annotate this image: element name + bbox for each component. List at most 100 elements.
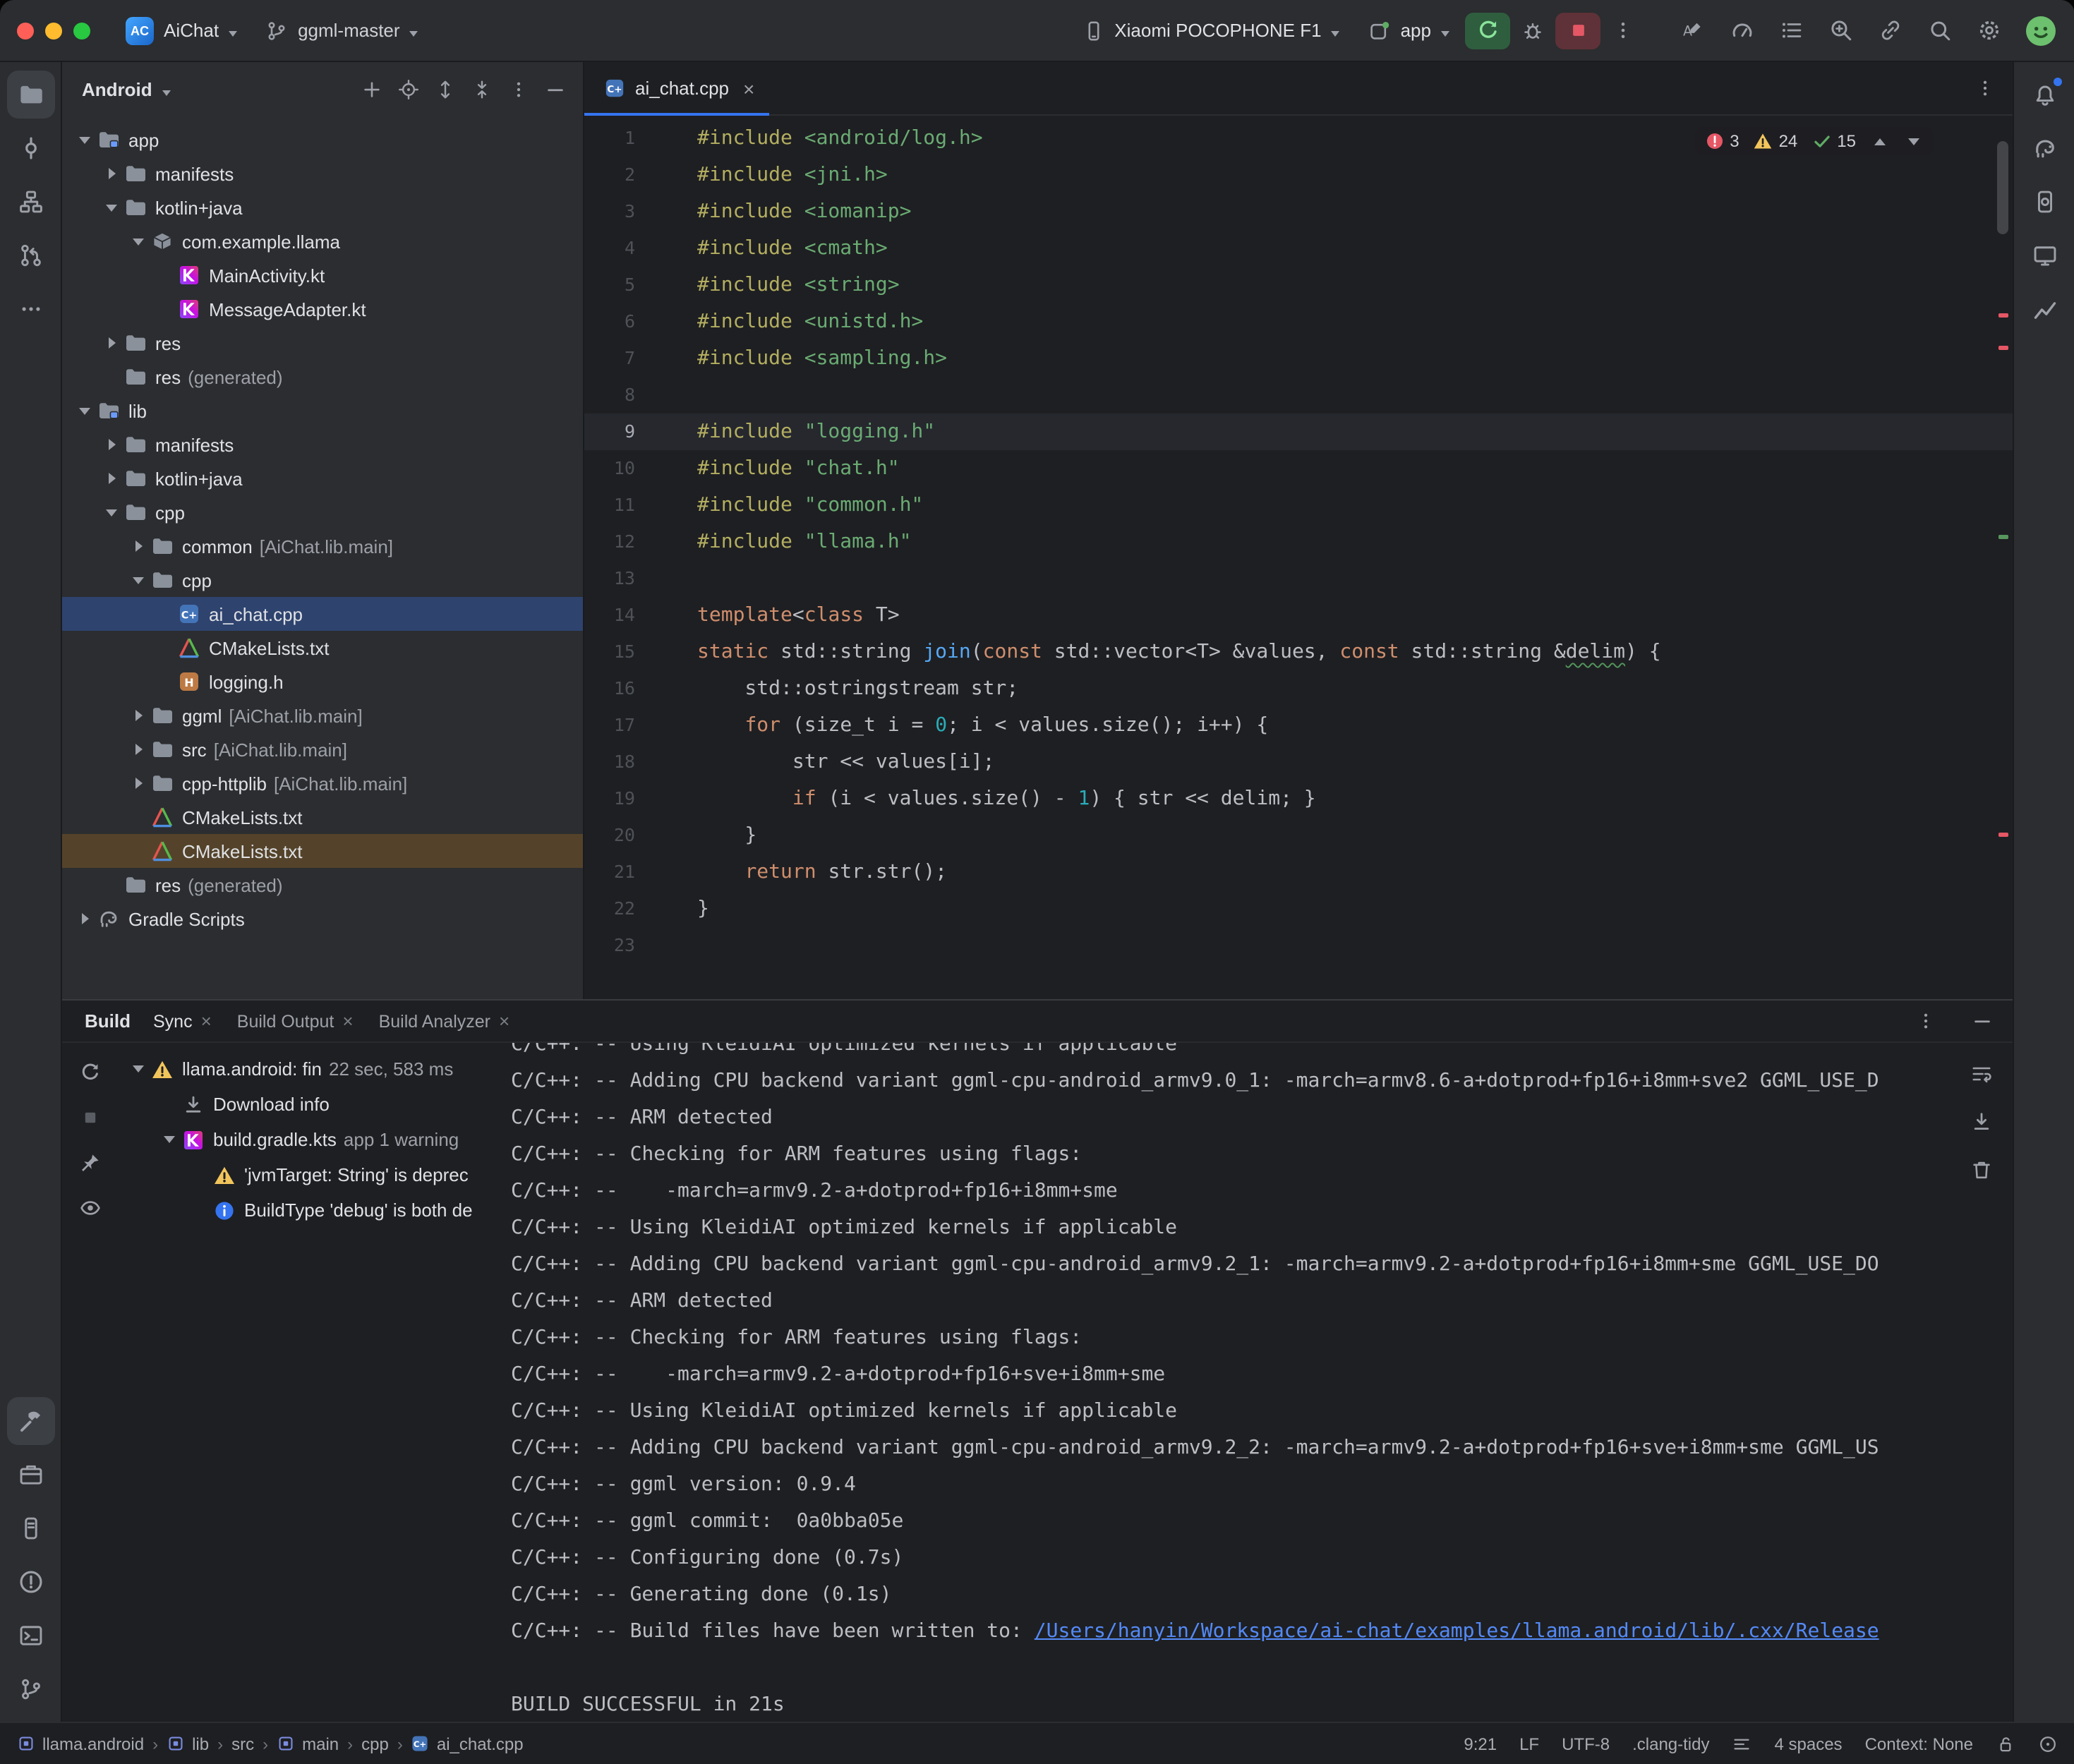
line-number[interactable]: 11: [584, 487, 635, 524]
problems-icon[interactable]: [6, 1558, 54, 1606]
chevron-down-icon[interactable]: [73, 394, 96, 428]
project-tree-item[interactable]: kotlin+java: [62, 191, 583, 224]
close-icon[interactable]: ×: [201, 1012, 212, 1030]
hide-icon[interactable]: [538, 72, 572, 106]
breadcrumb-item[interactable]: C+ai_chat.cpp: [411, 1734, 524, 1753]
eye-icon[interactable]: [72, 1190, 109, 1226]
project-tree-item[interactable]: manifests: [62, 428, 583, 461]
line-number[interactable]: 13: [584, 560, 635, 597]
project-tree-item[interactable]: com.example.llama: [62, 224, 583, 258]
clang-tidy-widget[interactable]: .clang-tidy: [1632, 1734, 1709, 1753]
next-problem-icon[interactable]: [1904, 131, 1924, 151]
device-pair-icon[interactable]: [1871, 12, 1908, 49]
project-tree-item[interactable]: manifests: [62, 157, 583, 191]
encoding-widget[interactable]: UTF-8: [1562, 1734, 1610, 1753]
project-tree-item[interactable]: res(generated): [62, 360, 583, 394]
scrollbar-thumb[interactable]: [1997, 141, 2008, 234]
build-tree-item[interactable]: Download info: [119, 1087, 502, 1122]
stop-square-icon[interactable]: [72, 1099, 109, 1136]
line-number[interactable]: 22: [584, 890, 635, 927]
editor-options-icon[interactable]: [1967, 71, 2001, 105]
app-inspection-icon[interactable]: [1822, 12, 1859, 49]
build-tab-sync[interactable]: Sync×: [153, 1011, 212, 1031]
line-number[interactable]: 16: [584, 670, 635, 707]
line-number[interactable]: 10: [584, 450, 635, 487]
breadcrumb-item[interactable]: src: [231, 1734, 254, 1753]
search-icon[interactable]: [1921, 12, 1958, 49]
project-tree-item[interactable]: kotlin+java: [62, 461, 583, 495]
pin-icon[interactable]: [72, 1144, 109, 1181]
build-tab-build-output[interactable]: Build Output×: [237, 1011, 354, 1031]
line-number[interactable]: 8: [584, 377, 635, 413]
code-editor[interactable]: 1#include <android/log.h>2#include <jni.…: [584, 116, 2013, 999]
close-icon[interactable]: ×: [342, 1012, 353, 1030]
stop-button[interactable]: [1555, 12, 1600, 49]
error-mark[interactable]: [1998, 346, 2008, 350]
error-mark[interactable]: [1998, 313, 2008, 318]
project-tree-item[interactable]: src[AiChat.lib.main]: [62, 732, 583, 766]
settings-icon[interactable]: [1970, 12, 2007, 49]
build-panel-title[interactable]: Build: [85, 1010, 131, 1032]
project-selector[interactable]: AC AiChat: [113, 11, 250, 50]
chevron-right-icon[interactable]: [127, 699, 150, 732]
close-icon[interactable]: ×: [499, 1012, 510, 1030]
terminal-icon[interactable]: [6, 1612, 54, 1660]
project-view-selector[interactable]: Android: [82, 78, 152, 99]
context-widget[interactable]: Context: None: [1865, 1734, 1973, 1753]
project-tree-item[interactable]: CMakeLists.txt: [62, 800, 583, 834]
notifications-icon[interactable]: [2020, 71, 2068, 119]
chevron-right-icon[interactable]: [127, 766, 150, 800]
close-window-button[interactable]: [17, 22, 34, 39]
formatting-icon[interactable]: [1732, 1734, 1752, 1753]
project-tree-item[interactable]: CMakeLists.txt: [62, 631, 583, 665]
build-icon[interactable]: [6, 1397, 54, 1445]
project-tree-item[interactable]: MainActivity.kt: [62, 258, 583, 292]
device-explorer-icon[interactable]: [2020, 178, 2068, 226]
project-tree-item[interactable]: res: [62, 326, 583, 360]
line-number[interactable]: 12: [584, 524, 635, 560]
build-tree-item[interactable]: 'jvmTarget: String' is deprec: [119, 1157, 502, 1192]
profiler-icon[interactable]: [1723, 12, 1760, 49]
line-number[interactable]: 7: [584, 340, 635, 377]
rerun-icon[interactable]: [72, 1054, 109, 1091]
project-tree-item[interactable]: ggml[AiChat.lib.main]: [62, 699, 583, 732]
build-tree-item[interactable]: BuildType 'debug' is both de: [119, 1192, 502, 1228]
error-mark[interactable]: [1998, 833, 2008, 837]
line-number[interactable]: 23: [584, 927, 635, 964]
avatar[interactable]: [2024, 13, 2058, 47]
add-icon[interactable]: [354, 72, 388, 106]
code-review-icon[interactable]: A: [1674, 12, 1711, 49]
project-tree-item[interactable]: cpp: [62, 563, 583, 597]
line-number[interactable]: 1: [584, 120, 635, 157]
gradle-icon[interactable]: [2020, 124, 2068, 172]
line-number[interactable]: 14: [584, 597, 635, 634]
line-number[interactable]: 3: [584, 193, 635, 230]
project-tree-item[interactable]: C+ai_chat.cpp: [62, 597, 583, 631]
more-actions-button[interactable]: [1603, 12, 1643, 49]
project-tree[interactable]: appmanifestskotlin+javacom.example.llama…: [62, 116, 583, 999]
build-tree-item[interactable]: llama.android: fin22 sec, 583 ms: [119, 1051, 502, 1087]
chevron-right-icon[interactable]: [100, 157, 123, 191]
more-icon[interactable]: [501, 72, 535, 106]
collapse-all-icon[interactable]: [464, 72, 498, 106]
debug-button[interactable]: [1513, 12, 1553, 49]
lock-icon[interactable]: [1996, 1734, 2015, 1753]
line-number[interactable]: 4: [584, 230, 635, 267]
chevron-right-icon[interactable]: [100, 461, 123, 495]
change-mark[interactable]: [1998, 535, 2008, 539]
soft-wrap-icon[interactable]: [1965, 1057, 1998, 1091]
minimize-window-button[interactable]: [45, 22, 62, 39]
warnings-count[interactable]: 24: [1754, 131, 1798, 151]
task-list-icon[interactable]: [1773, 12, 1809, 49]
console-file-link[interactable]: /Users/hanyin/Workspace/ai-chat/examples…: [1035, 1620, 1879, 1643]
line-number[interactable]: 18: [584, 744, 635, 780]
expand-all-icon[interactable]: [428, 72, 462, 106]
chevron-right-icon[interactable]: [100, 428, 123, 461]
project-tree-item[interactable]: Hlogging.h: [62, 665, 583, 699]
line-number[interactable]: 6: [584, 303, 635, 340]
line-number[interactable]: 5: [584, 267, 635, 303]
vcs-branch-selector[interactable]: ggml-master: [253, 13, 431, 47]
build-options-icon[interactable]: [1908, 1004, 1942, 1038]
line-number[interactable]: 21: [584, 854, 635, 890]
chevron-down-icon[interactable]: [127, 563, 150, 597]
